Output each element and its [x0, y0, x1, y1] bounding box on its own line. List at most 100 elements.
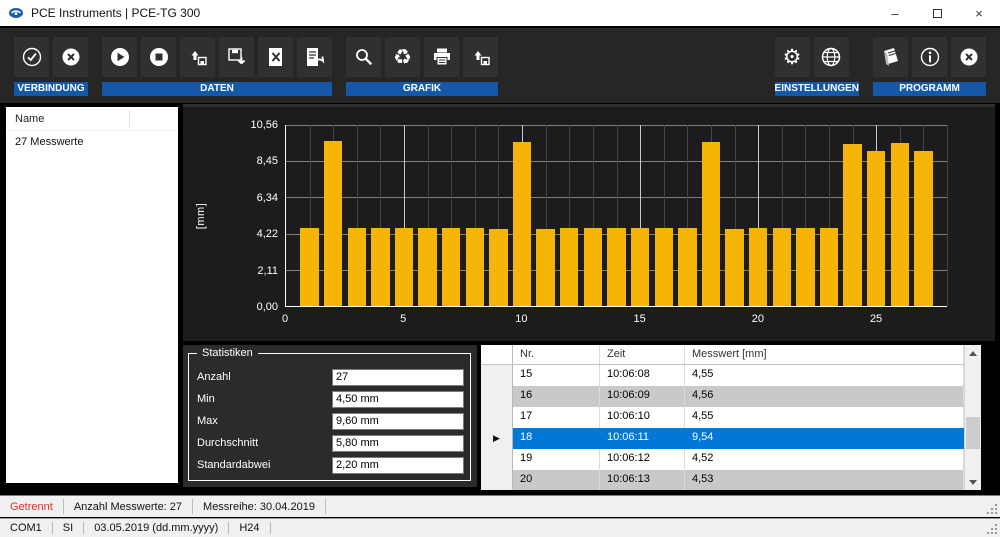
stat-label: Min — [197, 393, 215, 405]
stop-measure-button[interactable] — [141, 37, 176, 77]
stat-value-standardabwei[interactable] — [332, 457, 464, 474]
exit-icon — [957, 45, 981, 69]
table-row[interactable]: 16 10:06:09 4,56 — [481, 386, 964, 407]
measurement-bar — [371, 228, 389, 306]
measurement-bar — [914, 151, 932, 306]
group-label-daten: DATEN — [102, 82, 332, 96]
toolbar-group-grafik: ♻ GRAFIK — [346, 37, 498, 96]
stop-icon — [147, 45, 171, 69]
x-tick-label: 15 — [634, 313, 646, 325]
start-measure-button[interactable] — [102, 37, 137, 77]
export-excel-button[interactable] — [258, 37, 293, 77]
plot-area — [285, 125, 947, 307]
chart-panel: [mm] 10,568,456,344,222,110,00 051015202… — [183, 104, 995, 341]
measurement-bar — [678, 228, 696, 306]
refresh-graph-button[interactable]: ♻ — [385, 37, 420, 77]
y-tick-label: 8,45 — [257, 155, 278, 167]
save-graphic-button[interactable] — [463, 37, 498, 77]
statistics-legend: Statistiken — [197, 347, 258, 359]
group-label-grafik: GRAFIK — [346, 82, 498, 96]
measurement-bar — [749, 228, 767, 306]
v-gridline — [947, 125, 948, 306]
export-excel-icon — [264, 45, 288, 69]
connect-check-icon — [20, 45, 44, 69]
info-button[interactable] — [912, 37, 947, 77]
measurement-bar — [348, 228, 366, 306]
measurement-count-status: Anzahl Messwerte: 27 — [64, 499, 193, 514]
y-tick-label: 2,11 — [257, 265, 278, 277]
x-tick-label: 0 — [282, 313, 288, 325]
statistics-groupbox: Statistiken Anzahl Min Max Durchschnitt … — [188, 353, 471, 481]
table-row[interactable]: 17 10:06:10 4,55 — [481, 407, 964, 428]
connection-status: Getrennt — [0, 499, 64, 514]
info-icon — [918, 45, 942, 69]
stat-value-min[interactable] — [332, 391, 464, 408]
column-divider[interactable] — [129, 110, 130, 127]
scroll-up-icon[interactable] — [965, 345, 981, 361]
zoom-graph-button[interactable] — [346, 37, 381, 77]
measurement-bar — [513, 142, 531, 306]
x-tick-label: 10 — [515, 313, 527, 325]
play-icon — [108, 45, 132, 69]
series-list-header[interactable]: Name — [6, 107, 178, 131]
x-tick-label: 25 — [870, 313, 882, 325]
series-list-panel: Name 27 Messwerte — [6, 107, 178, 483]
toolbar-group-daten: DATEN — [102, 37, 332, 96]
measurement-bar — [607, 228, 625, 306]
stat-value-anzahl[interactable] — [332, 369, 464, 386]
measurement-bar — [442, 228, 460, 306]
connect-button[interactable] — [14, 37, 49, 77]
resize-grip-icon[interactable] — [987, 524, 997, 534]
measurement-bar — [725, 229, 743, 306]
manual-button[interactable] — [873, 37, 908, 77]
maximize-button[interactable] — [916, 0, 958, 26]
measurement-bar — [536, 229, 554, 306]
clock-format-status: H24 — [229, 522, 270, 535]
table-row[interactable]: 19 10:06:12 4,52 — [481, 449, 964, 470]
minimize-button[interactable]: – — [874, 0, 916, 26]
series-list-item[interactable]: 27 Messwerte — [6, 131, 178, 153]
export-report-button[interactable] — [297, 37, 332, 77]
table-row[interactable]: 15 10:06:08 4,55 — [481, 365, 964, 386]
load-data-button[interactable] — [180, 37, 215, 77]
table-row-selected[interactable]: ▶ 18 10:06:11 9,54 — [481, 428, 964, 449]
print-graph-button[interactable] — [424, 37, 459, 77]
toolbar-group-einstellungen: ⚙ EINSTELLUNGEN — [775, 37, 859, 96]
measurement-bar — [891, 143, 909, 306]
measurement-bar — [843, 144, 861, 306]
table-header-row: Nr. Zeit Messwert [mm] — [481, 345, 964, 365]
language-button[interactable] — [814, 37, 849, 77]
x-tick-label: 20 — [752, 313, 764, 325]
group-label-verbindung: VERBINDUNG — [14, 82, 88, 96]
disconnect-button[interactable] — [53, 37, 88, 77]
resize-grip-icon[interactable] — [987, 504, 997, 514]
stat-row-anzahl: Anzahl — [197, 366, 464, 388]
measurement-bar — [820, 228, 838, 306]
settings-button[interactable]: ⚙ — [775, 37, 810, 77]
load-data-icon — [186, 45, 210, 69]
stat-label: Durchschnitt — [197, 437, 258, 449]
y-axis-label: [mm] — [195, 203, 207, 229]
close-button[interactable]: × — [958, 0, 1000, 26]
measurement-bar — [631, 228, 649, 306]
save-data-button[interactable] — [219, 37, 254, 77]
table-scrollbar[interactable] — [964, 345, 981, 490]
column-header-messwert[interactable]: Messwert [mm] — [685, 345, 964, 364]
stat-row-min: Min — [197, 388, 464, 410]
column-header-zeit[interactable]: Zeit — [600, 345, 685, 364]
group-label-programm: PROGRAMM — [873, 82, 986, 96]
stat-value-durchschnitt[interactable] — [332, 435, 464, 452]
column-header-nr[interactable]: Nr. — [513, 345, 600, 364]
x-axis-ticks: 0 5 10 15 20 25 — [285, 313, 947, 329]
stat-value-max[interactable] — [332, 413, 464, 430]
y-tick-label: 0,00 — [257, 301, 278, 313]
x-tick-label: 5 — [400, 313, 406, 325]
exit-button[interactable] — [951, 37, 986, 77]
table-row[interactable]: 20 10:06:13 4,53 — [481, 470, 964, 490]
scrollbar-thumb[interactable] — [966, 417, 980, 449]
refresh-icon: ♻ — [393, 47, 412, 68]
scroll-down-icon[interactable] — [965, 474, 981, 490]
toolbar: VERBINDUNG — [0, 28, 1000, 103]
statistics-panel: Statistiken Anzahl Min Max Durchschnitt … — [183, 345, 477, 487]
measurement-bar — [655, 228, 673, 306]
